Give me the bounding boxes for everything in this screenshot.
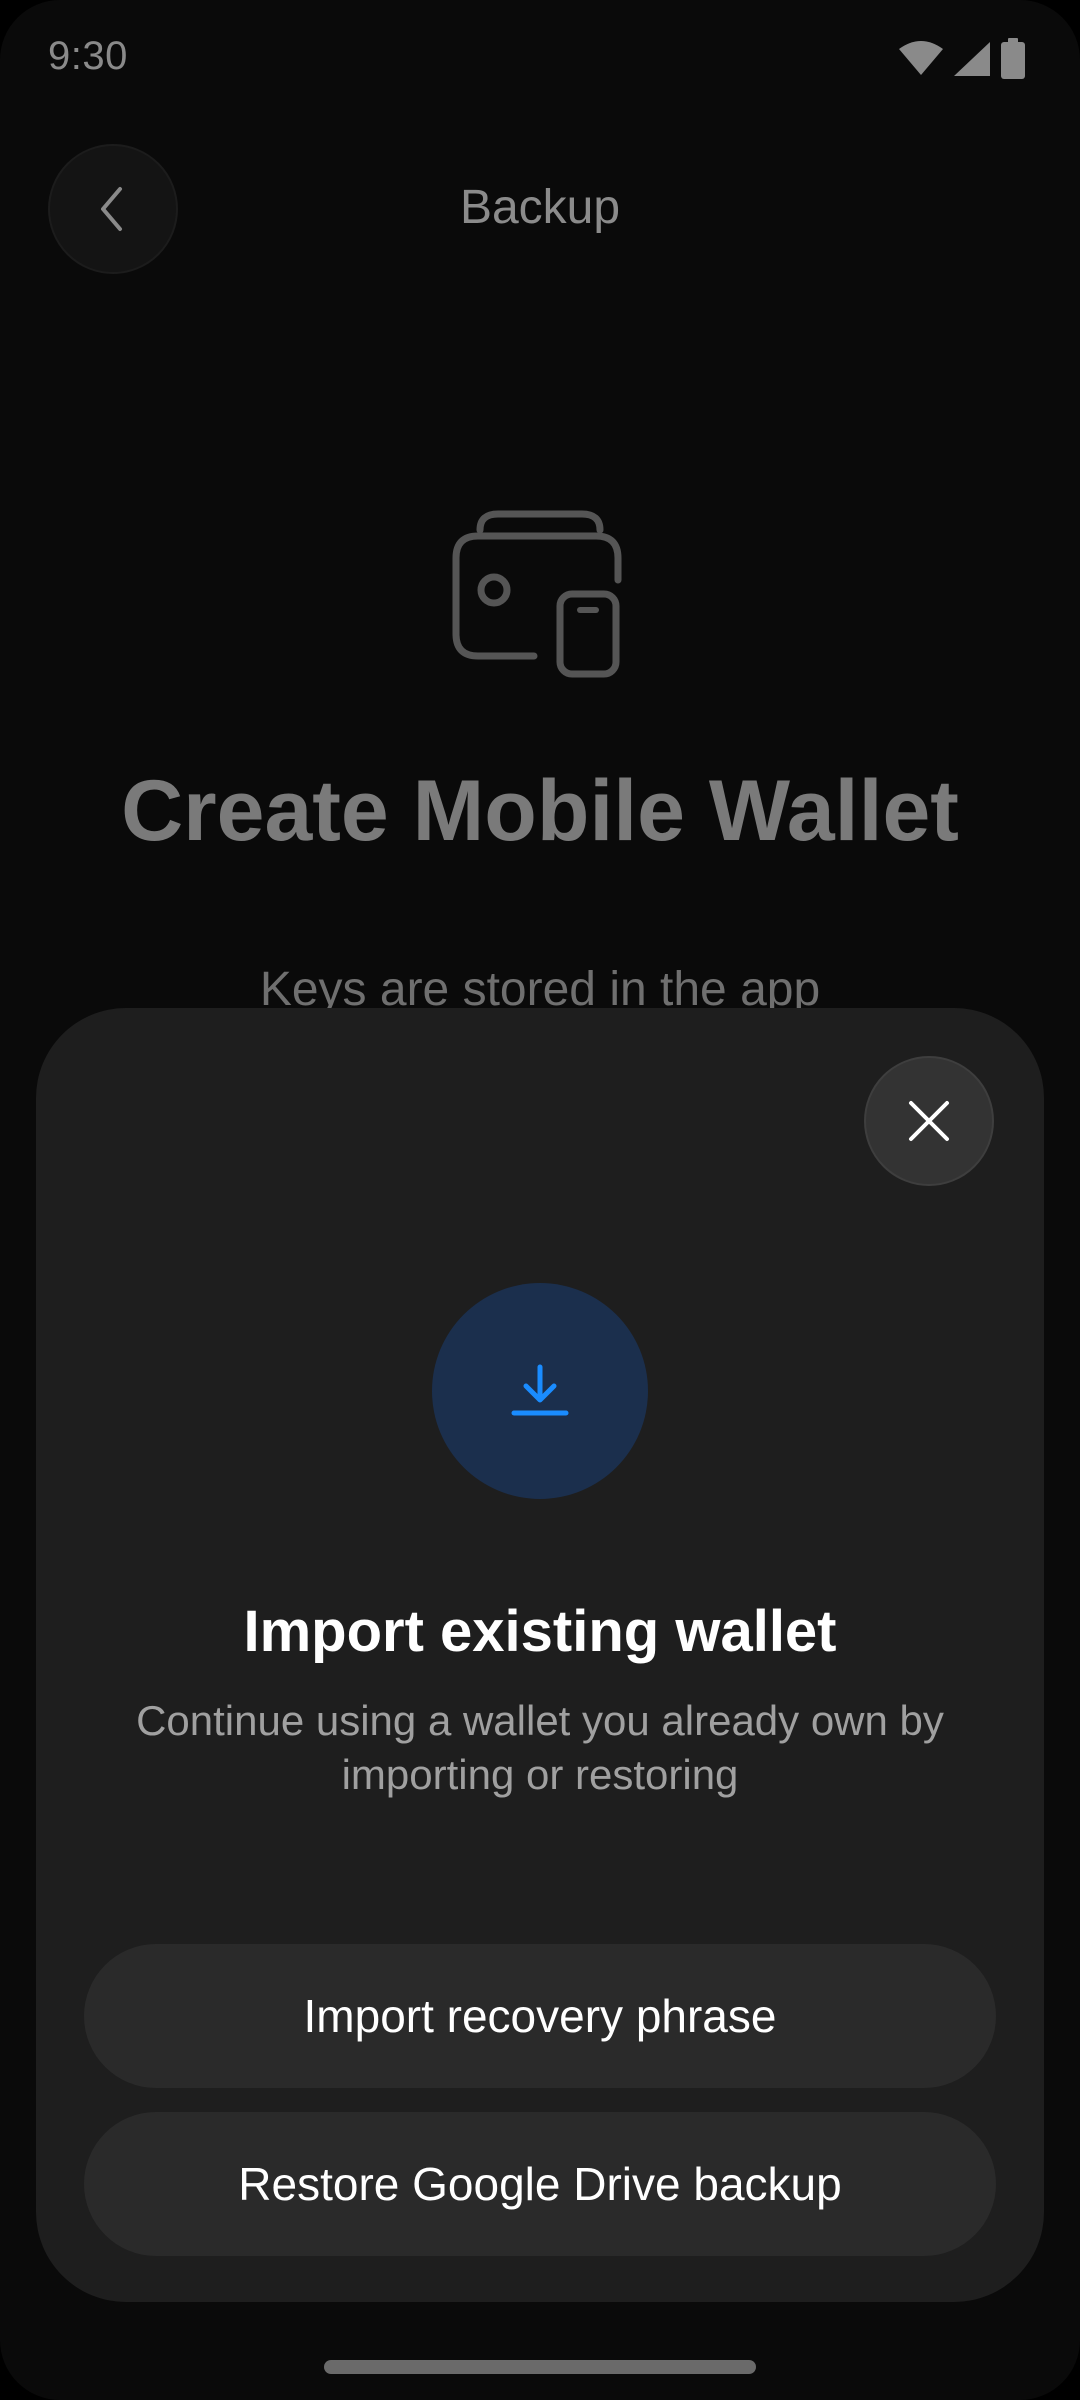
- status-icons: [898, 38, 1026, 80]
- import-icon-badge: [432, 1283, 648, 1499]
- import-wallet-sheet: Import existing wallet Continue using a …: [36, 1008, 1044, 2302]
- close-button[interactable]: [864, 1056, 994, 1186]
- sheet-description: Continue using a wallet you already own …: [136, 1697, 944, 1798]
- wifi-icon: [899, 41, 943, 75]
- home-indicator[interactable]: [324, 2360, 756, 2374]
- restore-google-drive-backup-button[interactable]: Restore Google Drive backup: [84, 2112, 996, 2256]
- battery-icon: [1001, 38, 1025, 79]
- download-icon: [511, 1364, 569, 1416]
- page-title: Backup: [459, 181, 621, 234]
- background-title: Create Mobile Wallet: [121, 763, 959, 859]
- import-recovery-phrase-button[interactable]: Import recovery phrase: [84, 1944, 996, 2088]
- close-icon: [909, 1101, 949, 1141]
- cellular-signal-icon: [954, 42, 990, 76]
- sheet-title: Import existing wallet: [243, 1599, 837, 1664]
- wallet-phone-icon: [452, 510, 622, 678]
- status-time: 9:30: [48, 34, 128, 78]
- status-bar: 9:30: [0, 0, 1080, 110]
- phone-screen: 9:30 Backup Create Mobile Wallet Keys ar…: [0, 0, 1080, 2400]
